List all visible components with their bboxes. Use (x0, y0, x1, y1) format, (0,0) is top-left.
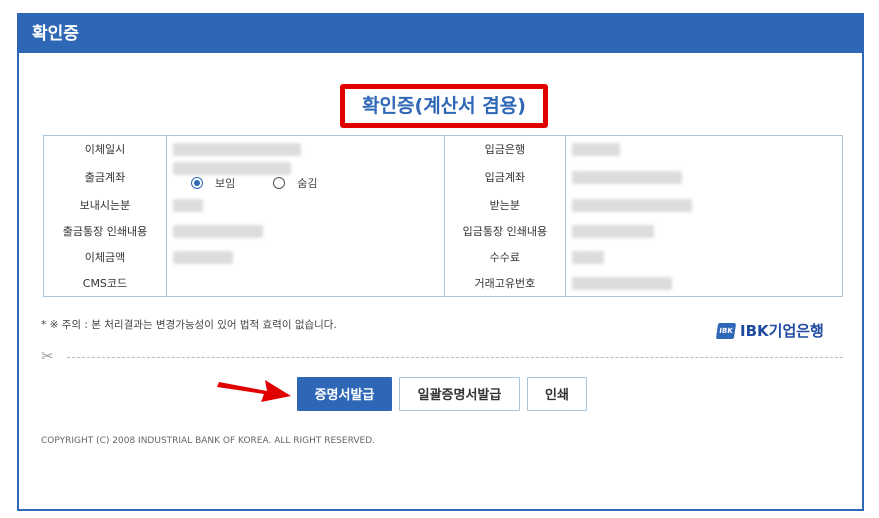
show-radio[interactable] (190, 177, 203, 189)
recipient-value (565, 192, 843, 218)
table-row: 출금계좌 보임 숨김 입금계좌 (43, 161, 843, 192)
receiving-account-value (565, 161, 843, 192)
copyright: COPYRIGHT (C) 2008 INDUSTRIAL BANK OF KO… (41, 436, 375, 446)
show-radio-label[interactable]: 보임 (215, 175, 235, 191)
table-row: 이체일시 입금은행 (43, 135, 843, 162)
confirmation-window: 확인증 확인증(계산서 겸용) 이체일시 입금은행 출금계좌 보임 숨김 입금계… (17, 13, 864, 511)
table-row: 보내시는분 받는분 (43, 192, 843, 218)
transaction-id-label: 거래고유번호 (443, 270, 567, 297)
red-arrow-icon (217, 380, 291, 402)
deposit-passbook-memo-label: 입금통장 인쇄내용 (443, 218, 567, 244)
window-header: 확인증 (19, 15, 862, 53)
issue-certificate-button[interactable]: 증명서발급 (297, 377, 392, 411)
fee-label: 수수료 (443, 244, 567, 270)
receiving-account-label: 입금계좌 (443, 161, 567, 192)
table-row: CMS코드 거래고유번호 (43, 270, 843, 297)
legal-notice: * ※ 주의 : 본 처리결과는 변경가능성이 있어 법적 효력이 없습니다. (41, 319, 337, 331)
sender-label: 보내시는분 (43, 192, 167, 218)
hide-radio-label[interactable]: 숨김 (297, 175, 317, 191)
account-display-radio-group: 보임 숨김 (190, 175, 317, 191)
recipient-label: 받는분 (443, 192, 567, 218)
transfer-date-label: 이체일시 (43, 135, 167, 162)
transfer-info-table: 이체일시 입금은행 출금계좌 보임 숨김 입금계좌 보내시는분 받는분 출금통장… (43, 135, 843, 297)
transfer-date-value (165, 135, 445, 162)
withdraw-passbook-memo-value (165, 218, 445, 244)
ibk-logo-mark: IBK (715, 322, 737, 339)
receiving-bank-label: 입금은행 (443, 135, 567, 162)
deposit-passbook-memo-value (565, 218, 843, 244)
fee-value (565, 244, 843, 270)
table-row: 출금통장 인쇄내용 입금통장 인쇄내용 (43, 218, 843, 244)
print-button[interactable]: 인쇄 (527, 377, 587, 411)
withdraw-account-label: 출금계좌 (43, 161, 167, 192)
ibk-logo: IBK IBK기업은행 (715, 320, 824, 341)
table-row: 이체금액 수수료 (43, 244, 843, 270)
transfer-amount-value (165, 244, 445, 270)
bulk-issue-certificate-button[interactable]: 일괄증명서발급 (399, 377, 520, 411)
withdraw-passbook-memo-label: 출금통장 인쇄내용 (43, 218, 167, 244)
transaction-id-value (565, 270, 843, 297)
cms-code-value (165, 270, 445, 297)
sender-value (165, 192, 445, 218)
cut-line (67, 357, 843, 358)
receiving-bank-value (565, 135, 843, 162)
withdraw-account-value: 보임 숨김 (165, 161, 445, 192)
ibk-logo-text: IBK기업은행 (740, 322, 824, 340)
scissors-icon: ✂ (41, 347, 54, 365)
transfer-amount-label: 이체금액 (43, 244, 167, 270)
document-title: 확인증(계산서 겸용) (340, 84, 548, 128)
hide-radio[interactable] (273, 177, 286, 189)
cms-code-label: CMS코드 (43, 270, 167, 297)
